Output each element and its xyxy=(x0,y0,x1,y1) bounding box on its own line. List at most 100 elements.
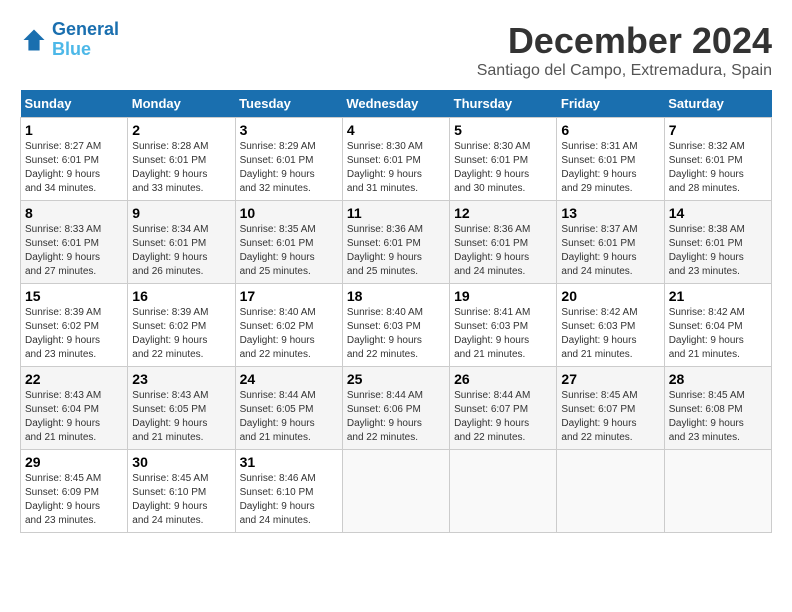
weekday-header-monday: Monday xyxy=(128,90,235,118)
calendar-cell: 3 Sunrise: 8:29 AMSunset: 6:01 PMDaylight… xyxy=(235,118,342,201)
calendar-cell: 17 Sunrise: 8:40 AMSunset: 6:02 PMDayligh… xyxy=(235,284,342,367)
day-number: 23 xyxy=(132,371,230,387)
day-info: Sunrise: 8:46 AMSunset: 6:10 PMDaylight:… xyxy=(240,472,338,528)
day-number: 4 xyxy=(347,122,445,138)
calendar-cell: 16 Sunrise: 8:39 AMSunset: 6:02 PMDayligh… xyxy=(128,284,235,367)
calendar-cell: 20 Sunrise: 8:42 AMSunset: 6:03 PMDayligh… xyxy=(557,284,664,367)
day-number: 20 xyxy=(561,288,659,304)
calendar-cell: 4 Sunrise: 8:30 AMSunset: 6:01 PMDaylight… xyxy=(342,118,449,201)
title-area: December 2024 Santiago del Campo, Extrem… xyxy=(477,20,772,80)
calendar-cell xyxy=(450,450,557,533)
calendar-cell: 11 Sunrise: 8:36 AMSunset: 6:01 PMDayligh… xyxy=(342,201,449,284)
day-info: Sunrise: 8:40 AMSunset: 6:02 PMDaylight:… xyxy=(240,306,338,362)
day-number: 2 xyxy=(132,122,230,138)
day-number: 5 xyxy=(454,122,552,138)
calendar-cell: 14 Sunrise: 8:38 AMSunset: 6:01 PMDayligh… xyxy=(664,201,771,284)
calendar-cell xyxy=(342,450,449,533)
day-info: Sunrise: 8:32 AMSunset: 6:01 PMDaylight:… xyxy=(669,140,767,196)
calendar-cell: 1 Sunrise: 8:27 AMSunset: 6:01 PMDaylight… xyxy=(21,118,128,201)
day-number: 22 xyxy=(25,371,123,387)
location-title: Santiago del Campo, Extremadura, Spain xyxy=(477,62,772,80)
day-info: Sunrise: 8:30 AMSunset: 6:01 PMDaylight:… xyxy=(347,140,445,196)
week-row-1: 1 Sunrise: 8:27 AMSunset: 6:01 PMDaylight… xyxy=(21,118,772,201)
weekday-header-tuesday: Tuesday xyxy=(235,90,342,118)
calendar-cell: 6 Sunrise: 8:31 AMSunset: 6:01 PMDaylight… xyxy=(557,118,664,201)
calendar-cell: 9Sunrise: 8:34 AMSunset: 6:01 PMDaylight… xyxy=(128,201,235,284)
day-info: Sunrise: 8:45 AMSunset: 6:09 PMDaylight:… xyxy=(25,472,123,528)
day-number: 9 xyxy=(132,205,230,221)
week-row-2: 8 Sunrise: 8:33 AMSunset: 6:01 PMDaylight… xyxy=(21,201,772,284)
logo-icon xyxy=(20,26,48,54)
weekday-header-thursday: Thursday xyxy=(450,90,557,118)
calendar-cell: 18Sunrise: 8:40 AMSunset: 6:03 PMDayligh… xyxy=(342,284,449,367)
day-info: Sunrise: 8:30 AMSunset: 6:01 PMDaylight:… xyxy=(454,140,552,196)
calendar-cell: 8 Sunrise: 8:33 AMSunset: 6:01 PMDaylight… xyxy=(21,201,128,284)
day-info: Sunrise: 8:36 AMSunset: 6:01 PMDaylight:… xyxy=(347,223,445,279)
weekday-header-friday: Friday xyxy=(557,90,664,118)
day-info: Sunrise: 8:27 AMSunset: 6:01 PMDaylight:… xyxy=(25,140,123,196)
day-info: Sunrise: 8:33 AMSunset: 6:01 PMDaylight:… xyxy=(25,223,123,279)
calendar-cell: 10Sunrise: 8:35 AMSunset: 6:01 PMDayligh… xyxy=(235,201,342,284)
day-info: Sunrise: 8:41 AMSunset: 6:03 PMDaylight:… xyxy=(454,306,552,362)
calendar-cell xyxy=(664,450,771,533)
month-title: December 2024 xyxy=(477,20,772,62)
day-number: 24 xyxy=(240,371,338,387)
day-info: Sunrise: 8:31 AMSunset: 6:01 PMDaylight:… xyxy=(561,140,659,196)
header: General Blue December 2024 Santiago del … xyxy=(20,20,772,80)
day-info: Sunrise: 8:45 AMSunset: 6:10 PMDaylight:… xyxy=(132,472,230,528)
day-number: 19 xyxy=(454,288,552,304)
day-number: 8 xyxy=(25,205,123,221)
day-number: 26 xyxy=(454,371,552,387)
day-info: Sunrise: 8:42 AMSunset: 6:04 PMDaylight:… xyxy=(669,306,767,362)
calendar-cell: 7 Sunrise: 8:32 AMSunset: 6:01 PMDaylight… xyxy=(664,118,771,201)
day-number: 29 xyxy=(25,454,123,470)
day-number: 17 xyxy=(240,288,338,304)
day-number: 14 xyxy=(669,205,767,221)
calendar-cell: 2Sunrise: 8:28 AMSunset: 6:01 PMDaylight… xyxy=(128,118,235,201)
week-row-4: 22 Sunrise: 8:43 AMSunset: 6:04 PMDayligh… xyxy=(21,367,772,450)
day-info: Sunrise: 8:45 AMSunset: 6:07 PMDaylight:… xyxy=(561,389,659,445)
day-number: 28 xyxy=(669,371,767,387)
day-info: Sunrise: 8:39 AMSunset: 6:02 PMDaylight:… xyxy=(25,306,123,362)
day-info: Sunrise: 8:43 AMSunset: 6:05 PMDaylight:… xyxy=(132,389,230,445)
day-number: 25 xyxy=(347,371,445,387)
calendar-cell xyxy=(557,450,664,533)
day-number: 21 xyxy=(669,288,767,304)
week-row-3: 15 Sunrise: 8:39 AMSunset: 6:02 PMDayligh… xyxy=(21,284,772,367)
calendar-cell: 5 Sunrise: 8:30 AMSunset: 6:01 PMDaylight… xyxy=(450,118,557,201)
calendar-cell: 15 Sunrise: 8:39 AMSunset: 6:02 PMDayligh… xyxy=(21,284,128,367)
day-info: Sunrise: 8:36 AMSunset: 6:01 PMDaylight:… xyxy=(454,223,552,279)
calendar-cell: 30Sunrise: 8:45 AMSunset: 6:10 PMDayligh… xyxy=(128,450,235,533)
day-number: 7 xyxy=(669,122,767,138)
day-info: Sunrise: 8:29 AMSunset: 6:01 PMDaylight:… xyxy=(240,140,338,196)
day-info: Sunrise: 8:39 AMSunset: 6:02 PMDaylight:… xyxy=(132,306,230,362)
week-row-5: 29 Sunrise: 8:45 AMSunset: 6:09 PMDayligh… xyxy=(21,450,772,533)
calendar-cell: 24 Sunrise: 8:44 AMSunset: 6:05 PMDayligh… xyxy=(235,367,342,450)
day-info: Sunrise: 8:42 AMSunset: 6:03 PMDaylight:… xyxy=(561,306,659,362)
day-number: 6 xyxy=(561,122,659,138)
calendar-cell: 26Sunrise: 8:44 AMSunset: 6:07 PMDayligh… xyxy=(450,367,557,450)
calendar-cell: 12 Sunrise: 8:36 AMSunset: 6:01 PMDayligh… xyxy=(450,201,557,284)
weekday-header-row: SundayMondayTuesdayWednesdayThursdayFrid… xyxy=(21,90,772,118)
day-info: Sunrise: 8:38 AMSunset: 6:01 PMDaylight:… xyxy=(669,223,767,279)
calendar-cell: 23 Sunrise: 8:43 AMSunset: 6:05 PMDayligh… xyxy=(128,367,235,450)
day-info: Sunrise: 8:44 AMSunset: 6:05 PMDaylight:… xyxy=(240,389,338,445)
day-info: Sunrise: 8:44 AMSunset: 6:06 PMDaylight:… xyxy=(347,389,445,445)
calendar-cell: 28Sunrise: 8:45 AMSunset: 6:08 PMDayligh… xyxy=(664,367,771,450)
calendar-cell: 19 Sunrise: 8:41 AMSunset: 6:03 PMDayligh… xyxy=(450,284,557,367)
calendar-table: SundayMondayTuesdayWednesdayThursdayFrid… xyxy=(20,90,772,533)
day-number: 12 xyxy=(454,205,552,221)
day-number: 27 xyxy=(561,371,659,387)
day-number: 18 xyxy=(347,288,445,304)
day-number: 10 xyxy=(240,205,338,221)
weekday-header-saturday: Saturday xyxy=(664,90,771,118)
day-number: 3 xyxy=(240,122,338,138)
day-number: 15 xyxy=(25,288,123,304)
day-number: 31 xyxy=(240,454,338,470)
day-info: Sunrise: 8:43 AMSunset: 6:04 PMDaylight:… xyxy=(25,389,123,445)
day-number: 11 xyxy=(347,205,445,221)
day-number: 16 xyxy=(132,288,230,304)
calendar-cell: 27 Sunrise: 8:45 AMSunset: 6:07 PMDayligh… xyxy=(557,367,664,450)
day-number: 1 xyxy=(25,122,123,138)
weekday-header-wednesday: Wednesday xyxy=(342,90,449,118)
